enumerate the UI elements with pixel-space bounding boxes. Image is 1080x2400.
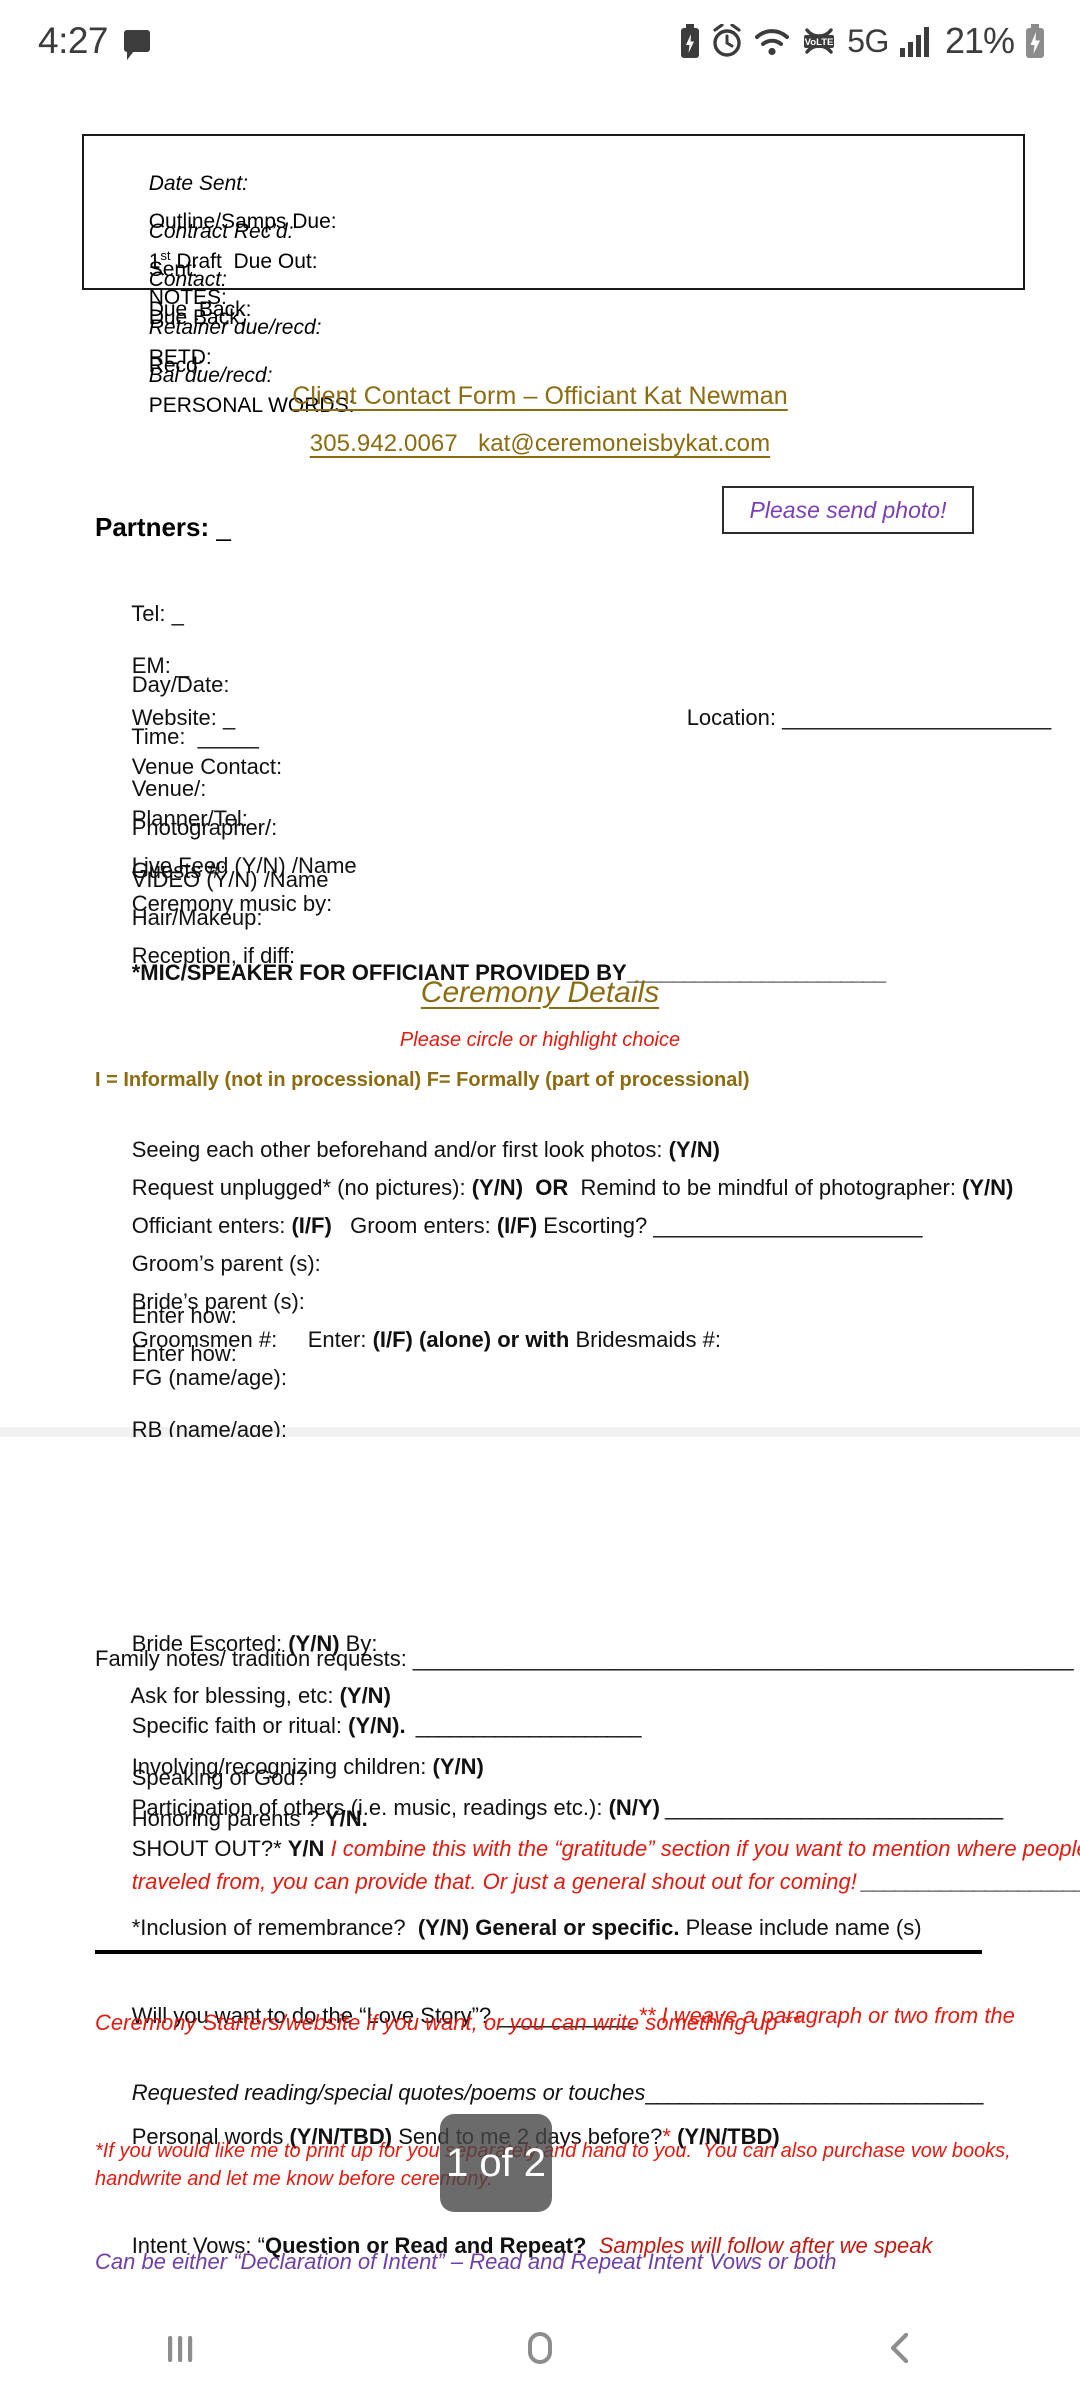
document-viewer[interactable]: Date Sent: Contract Rec’d: Contact: Reta… [0, 82, 1080, 2295]
back-button[interactable] [810, 2295, 990, 2400]
partners-value: _ [216, 512, 231, 542]
remembrance-label: *Inclusion of remembrance? [131, 1915, 418, 1940]
groom-enters-label: Groom enters: [331, 1213, 497, 1238]
battery-charging-icon [1026, 24, 1044, 58]
section-divider [95, 1950, 982, 1954]
home-icon [528, 2331, 552, 2364]
recents-button[interactable] [90, 2295, 270, 2400]
wifi-icon [755, 29, 790, 56]
battery-percent-label: 21% [944, 20, 1015, 61]
venue-contact-field: Venue Contact: [131, 754, 283, 779]
partners-field: Partners: _ [95, 512, 231, 543]
status-bar-left: 4:27 [38, 20, 151, 62]
informal-formal-legend: I = Informally (not in processional) F= … [95, 1069, 750, 1091]
svg-text:VoLTE: VoLTE [805, 37, 834, 48]
clock: 4:27 [38, 20, 109, 61]
volte-icon: VoLTE [804, 28, 835, 54]
battery-saver-icon [681, 24, 700, 58]
family-notes-field: Family notes/ tradition requests: ______… [95, 1646, 1074, 1671]
escorting-field: Escorting? ______________________ [537, 1213, 923, 1238]
home-button[interactable] [450, 2295, 630, 2400]
bridesmaids-label: Bridesmaids #: [569, 1327, 721, 1352]
day-date-field: Day/Date: [131, 672, 230, 697]
location-field: Location: ______________________ [686, 705, 1052, 730]
tracking-table: Date Sent: Contract Rec’d: Contact: Reta… [82, 134, 1025, 417]
form-title: Client Contact Form – Officiant Kat Newm… [292, 382, 788, 410]
message-icon [124, 30, 151, 60]
status-bar-right: VoLTE 5G 21% [679, 20, 1046, 62]
declaration-of-intent-note: Can be either “Declaration of Intent” – … [95, 2249, 837, 2274]
network-type-label: 5G [847, 22, 889, 59]
contact-line: 305.942.0067 kat@ceremoneisbykat.com [309, 430, 771, 457]
ceremony-details-heading: Ceremony Details [420, 976, 660, 1009]
android-navigation-bar [0, 2295, 1080, 2400]
print-note-line1: *If you would like me to print up for yo… [95, 2140, 1011, 2162]
send-photo-note: Please send photo! [722, 486, 974, 534]
groomsmen-if[interactable]: (I/F) (alone) or with [373, 1327, 570, 1352]
send-photo-label: Please send photo! [749, 496, 947, 523]
love-story-note-line2: Ceremony Starters/website if you want, o… [95, 2010, 801, 2035]
table-label-notes: NOTES: [148, 286, 227, 309]
table-label-retd: RETD: [148, 346, 212, 369]
remembrance-suffix: Please include name (s) [679, 1915, 922, 1940]
tel-field: Tel: _ [131, 601, 184, 626]
circle-choice-note: Please circle or highlight choice [399, 1029, 681, 1051]
remembrance-choice[interactable]: (Y/N) General or specific. [418, 1915, 680, 1940]
print-note-line2: handwrite and let me know before ceremon… [95, 2168, 493, 2190]
alarm-icon [713, 24, 741, 57]
flower-girl-field: FG (name/age): [131, 1365, 287, 1390]
back-chevron-icon [890, 2332, 909, 2363]
document-page-1: Date Sent: Contract Rec’d: Contact: Reta… [0, 82, 1080, 1442]
ceremony-music-field: Ceremony music by: [131, 891, 333, 916]
status-bar: 4:27 VoLTE 5G 21% [0, 0, 1080, 82]
partners-label: Partners: [95, 512, 210, 542]
signal-icon [899, 27, 929, 57]
groom-enters-if[interactable]: (I/F) [497, 1213, 537, 1238]
recents-icon [168, 2335, 193, 2362]
page-indicator-label: 1 of 2 [445, 2140, 547, 2185]
page-indicator-badge: 1 of 2 [440, 2114, 552, 2212]
mindful-photographer-yn[interactable]: (Y/N) [962, 1175, 1013, 1200]
